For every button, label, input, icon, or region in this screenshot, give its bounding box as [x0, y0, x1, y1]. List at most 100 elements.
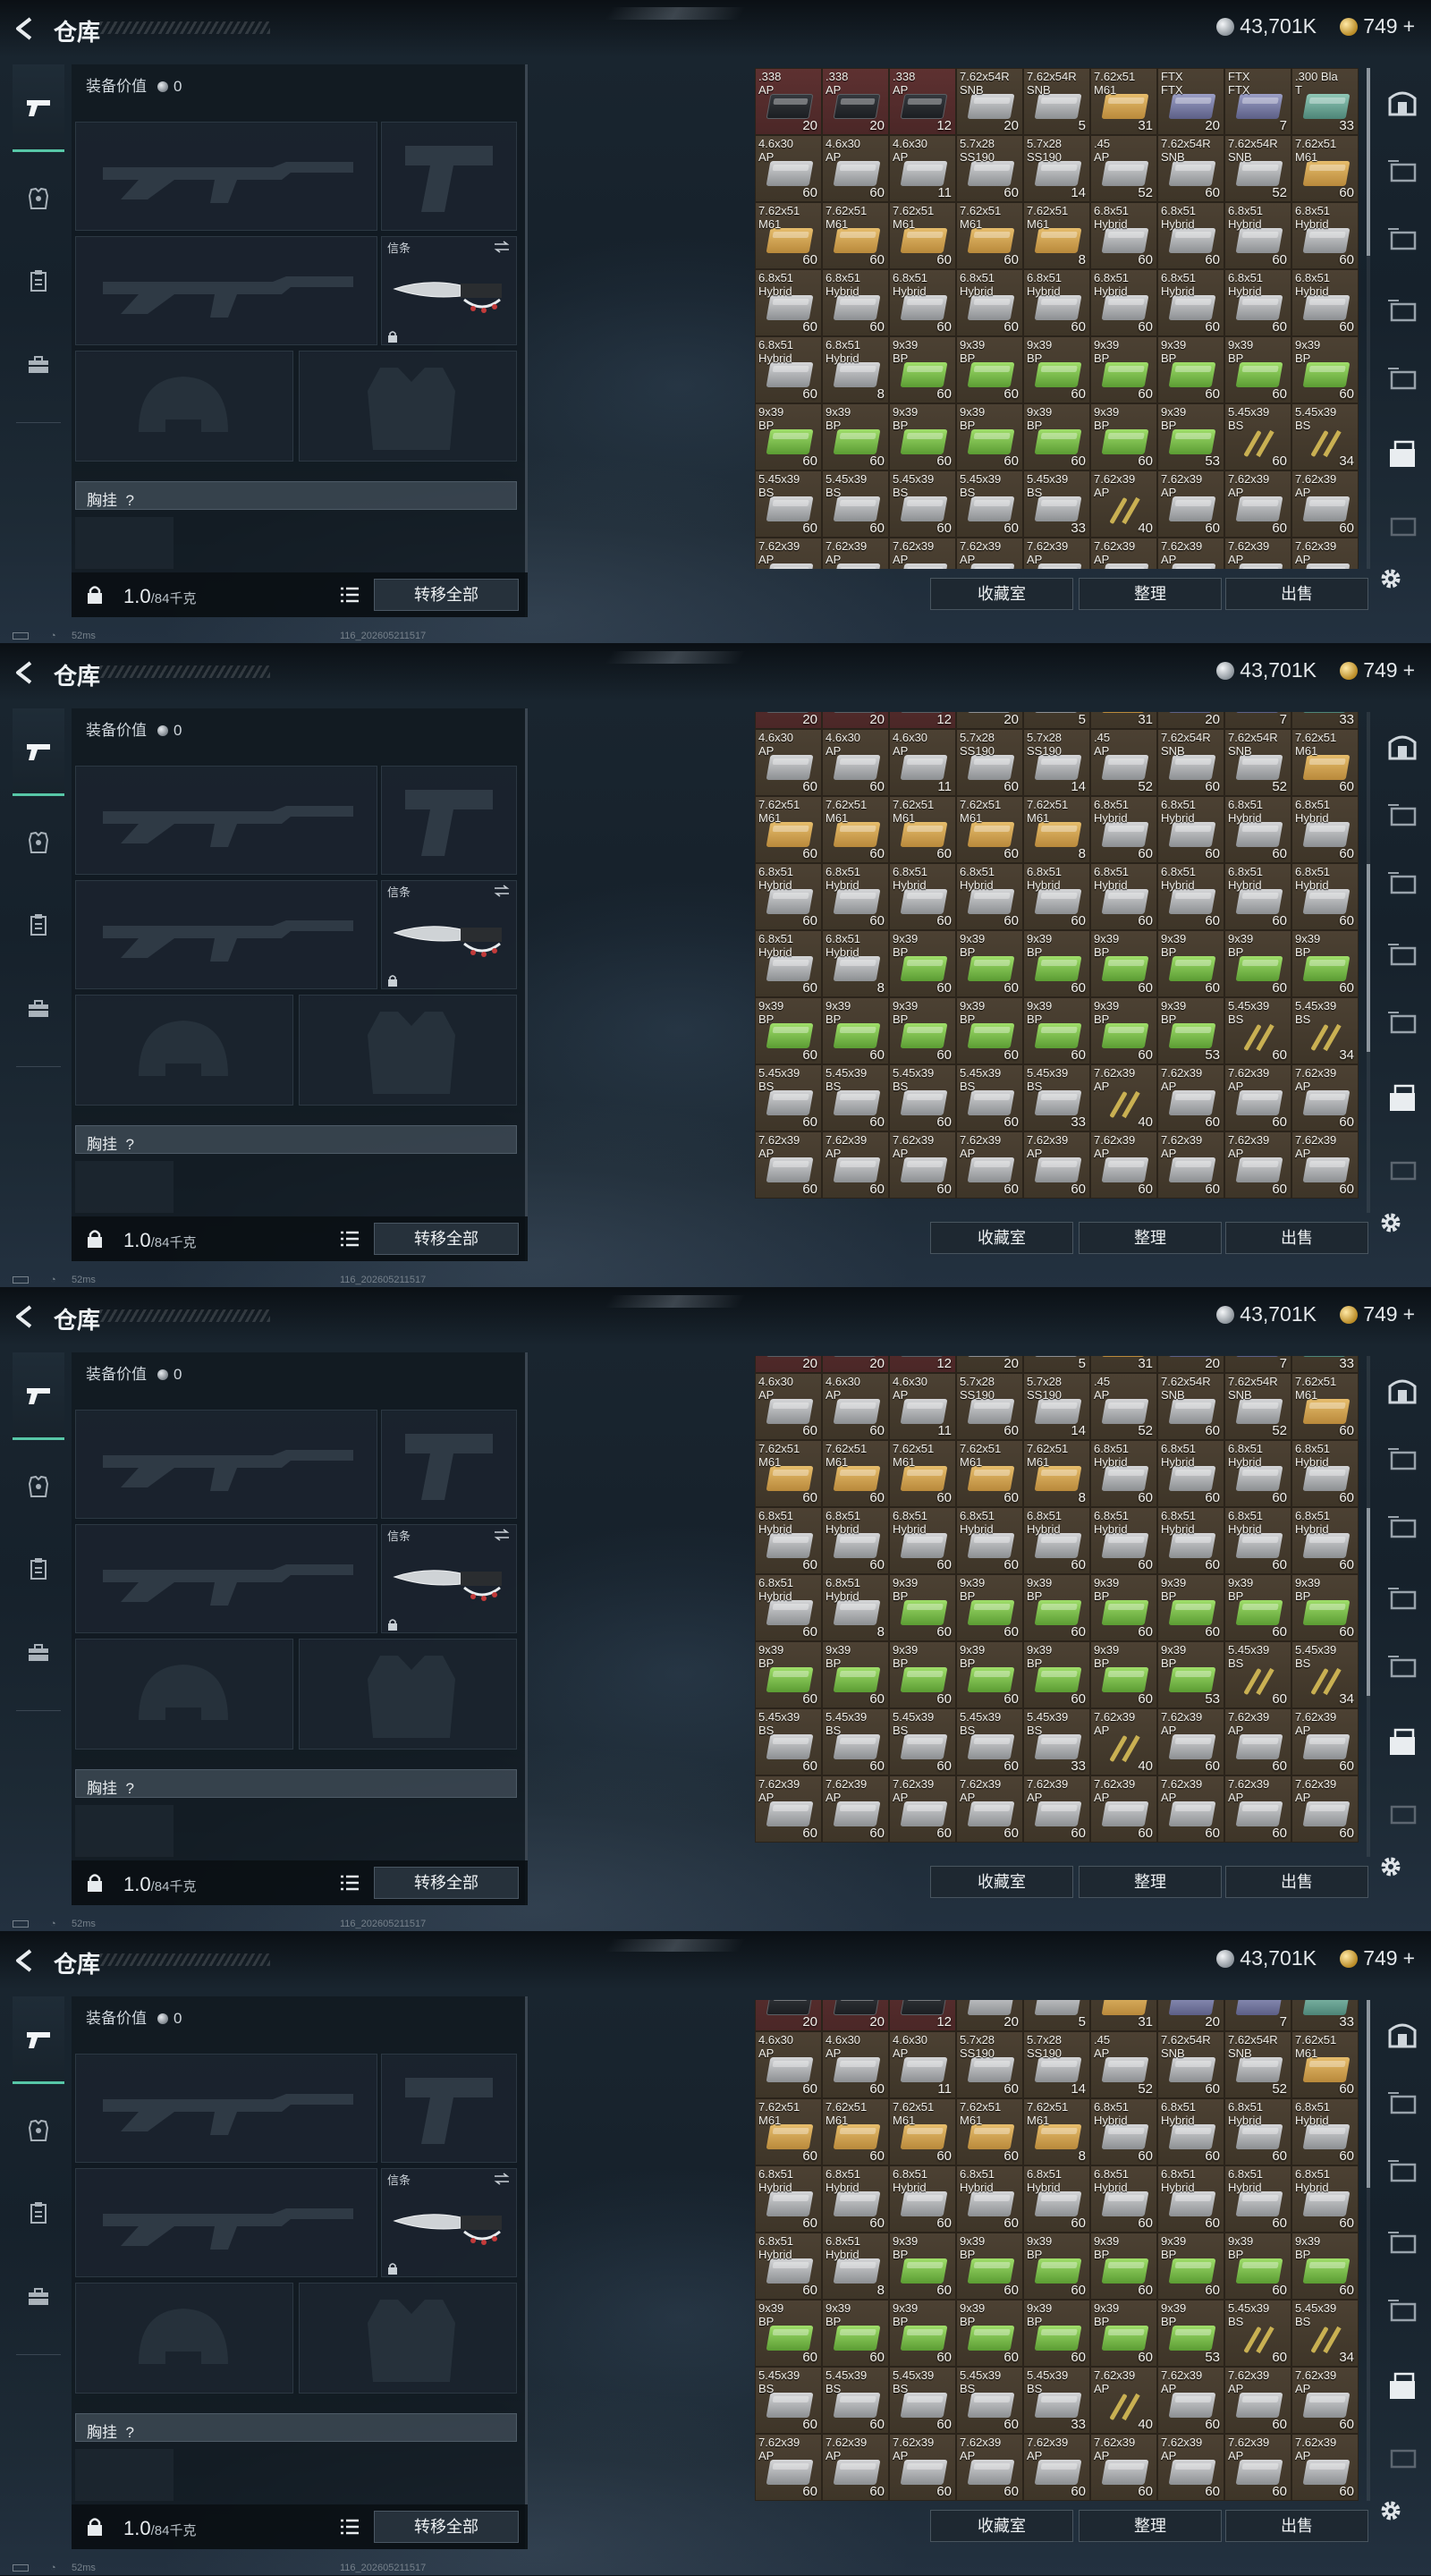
storage-item[interactable]: 7.62x39 AP60 — [1224, 1775, 1291, 1843]
storage-item[interactable]: 7.62x51 M61 60 — [822, 2098, 889, 2165]
item-tag-icon[interactable] — [1386, 939, 1418, 971]
storage-item[interactable]: 4.6x30 AP 11 — [889, 1373, 956, 1440]
storage-item[interactable]: 7.62x39 AP60 — [1157, 1708, 1224, 1775]
storage-item[interactable]: 7.62x54R SNB 60 — [1157, 729, 1224, 796]
storage-item[interactable]: 9x39 BP 60 — [1090, 1641, 1157, 1708]
storage-item[interactable]: 9x39 BP 60 — [1090, 336, 1157, 403]
storage-item[interactable]: 7.62x39 AP60 — [1291, 1775, 1359, 1843]
storage-item[interactable]: 6.8x51 Hybrid 60 — [1157, 2098, 1224, 2165]
storage-item[interactable]: 5.45x39 BS 60 — [822, 2367, 889, 2434]
armor-slot[interactable] — [299, 2283, 517, 2394]
storage-item[interactable]: FTX FTX 7 — [1224, 68, 1291, 135]
storage-item[interactable]: 7.62x39 AP60 — [889, 538, 956, 569]
helmet-slot[interactable] — [75, 351, 293, 462]
transfer-all-button[interactable]: 转移全部 — [374, 2511, 519, 2543]
storage-item[interactable]: 7.62x39 AP60 — [1224, 2367, 1291, 2434]
swap-icon[interactable] — [493, 241, 511, 253]
nav-weapons[interactable] — [13, 64, 64, 152]
item-tag-icon[interactable] — [1386, 363, 1418, 395]
swap-icon[interactable] — [493, 885, 511, 897]
storage-item[interactable]: 6.8x51 Hybrid 60 — [822, 2165, 889, 2233]
storage-item[interactable]: .338 AP20 — [755, 1356, 822, 1373]
storage-item[interactable]: 6.8x51 Hybrid 60 — [1157, 796, 1224, 863]
transfer-all-button[interactable]: 转移全部 — [374, 579, 519, 611]
nav-inventory[interactable] — [13, 1528, 64, 1610]
storage-item[interactable]: 9x39 BP 60 — [1023, 2300, 1090, 2367]
storage-item[interactable]: 7.62x39 AP 40 — [1090, 470, 1157, 538]
storage-item[interactable]: 7.62x39 AP60 — [755, 2434, 822, 2501]
swap-icon[interactable] — [493, 2173, 511, 2185]
storage-item[interactable]: 6.8x51 Hybrid 60 — [1090, 863, 1157, 930]
locker-icon[interactable] — [1386, 2018, 1418, 2050]
lock-icon[interactable] — [86, 2517, 104, 2537]
list-icon[interactable] — [340, 1874, 360, 1892]
storage-item[interactable]: 6.8x51 Hybrid 60 — [822, 863, 889, 930]
storage-item[interactable]: 6.8x51 Hybrid 60 — [1090, 1507, 1157, 1574]
storage-item[interactable]: 9x39 BP 60 — [1023, 2233, 1090, 2300]
nav-armor[interactable] — [13, 801, 64, 884]
storage-item[interactable]: 9x39 BP 60 — [1224, 336, 1291, 403]
nav-armor[interactable] — [13, 1445, 64, 1528]
storage-item[interactable]: .338 AP 12 — [889, 68, 956, 135]
storage-item[interactable]: 5.45x39 BS 33 — [1023, 1708, 1090, 1775]
nav-armor[interactable] — [13, 2089, 64, 2172]
storage-item[interactable]: 7.62x39 AP60 — [1090, 1775, 1157, 1843]
pistol-slot[interactable] — [381, 766, 517, 875]
storage-item[interactable]: 7.62x39 AP60 — [1224, 2434, 1291, 2501]
storage-item[interactable]: 9x39 BP 60 — [755, 2300, 822, 2367]
gold-currency[interactable]: 749 + — [1340, 658, 1415, 682]
item-tag-icon[interactable] — [1386, 295, 1418, 327]
storage-item[interactable]: 7.62x39 AP60 — [1090, 1131, 1157, 1199]
storage-item[interactable]: 7.62x39 AP60 — [1291, 1708, 1359, 1775]
scroll-thumb[interactable] — [1367, 1508, 1370, 1696]
chest-rig-slot[interactable] — [75, 2449, 174, 2501]
storage-item[interactable]: 9x39 BP 60 — [889, 2300, 956, 2367]
storage-item[interactable]: 7.62x51 M61 60 — [755, 796, 822, 863]
storage-scrollbar[interactable] — [1367, 1356, 1370, 1857]
storage-item[interactable]: 4.6x30 AP 60 — [755, 729, 822, 796]
storage-item[interactable]: 6.8x51 Hybrid 60 — [1157, 863, 1224, 930]
storage-item[interactable]: 5.45x39 BS 33 — [1023, 1064, 1090, 1131]
storage-item[interactable]: 5.7x28 SS190 14 — [1023, 1373, 1090, 1440]
storage-item[interactable]: .338 AP20 — [822, 712, 889, 729]
storage-item[interactable]: 4.6x30 AP 60 — [755, 2031, 822, 2098]
storage-item[interactable]: 7.62x39 AP60 — [889, 1131, 956, 1199]
storage-item[interactable]: 9x39 BP 60 — [1023, 930, 1090, 997]
storage-item[interactable]: 4.6x30 AP 60 — [822, 2031, 889, 2098]
storage-item[interactable]: 7.62x51 M61 60 — [755, 2098, 822, 2165]
collection-room-button[interactable]: 收藏室 — [930, 1866, 1073, 1898]
storage-item[interactable]: 7.62x54R SNB 52 — [1224, 1373, 1291, 1440]
storage-item[interactable]: 6.8x51 Hybrid 60 — [1291, 202, 1359, 269]
storage-item[interactable]: 5.45x39 BS 34 — [1291, 403, 1359, 470]
storage-item[interactable]: FTX FTX20 — [1157, 712, 1224, 729]
storage-item[interactable]: 9x39 BP 53 — [1157, 403, 1224, 470]
storage-item[interactable]: 7.62x51 M6131 — [1090, 2000, 1157, 2031]
storage-item[interactable]: 6.8x51 Hybrid 60 — [1224, 269, 1291, 336]
item-tag-icon[interactable] — [1386, 1512, 1418, 1544]
storage-item[interactable]: 5.45x39 BS 60 — [755, 2367, 822, 2434]
storage-case-icon[interactable] — [1386, 438, 1418, 470]
storage-item[interactable]: 6.8x51 Hybrid 60 — [1291, 863, 1359, 930]
storage-item[interactable]: 7.62x39 AP60 — [1224, 1708, 1291, 1775]
storage-item[interactable]: 5.7x28 SS190 60 — [956, 2031, 1023, 2098]
storage-item[interactable]: .300 Bla T33 — [1291, 712, 1359, 729]
storage-item[interactable]: 5.45x39 BS 60 — [889, 1064, 956, 1131]
storage-item[interactable]: 7.62x39 AP60 — [1157, 2434, 1224, 2501]
storage-item[interactable]: 6.8x51 Hybrid 60 — [1224, 1440, 1291, 1507]
storage-item[interactable]: 7.62x39 AP60 — [889, 1775, 956, 1843]
storage-grid-viewport[interactable]: .338 AP20.338 AP20.338 AP127.62x54R SNB2… — [755, 712, 1367, 1213]
storage-item[interactable]: 9x39 BP 60 — [1090, 930, 1157, 997]
storage-item[interactable]: 7.62x51 M61 60 — [822, 796, 889, 863]
storage-item[interactable]: 6.8x51 Hybrid 60 — [1157, 202, 1224, 269]
storage-item[interactable]: 7.62x54R SNB20 — [956, 1356, 1023, 1373]
settings-gear-icon[interactable] — [1377, 2497, 1404, 2524]
transfer-all-button[interactable]: 转移全部 — [374, 1867, 519, 1899]
storage-item[interactable]: 7.62x51 M61 60 — [956, 2098, 1023, 2165]
nav-inventory[interactable] — [13, 240, 64, 322]
item-tag-icon[interactable] — [1386, 1651, 1418, 1683]
storage-item[interactable]: .300 Bla T33 — [1291, 2000, 1359, 2031]
storage-item[interactable]: .338 AP20 — [822, 2000, 889, 2031]
storage-item[interactable]: 5.7x28 SS190 14 — [1023, 729, 1090, 796]
storage-item[interactable]: 6.8x51 Hybrid 60 — [1090, 796, 1157, 863]
transfer-all-button[interactable]: 转移全部 — [374, 1223, 519, 1255]
